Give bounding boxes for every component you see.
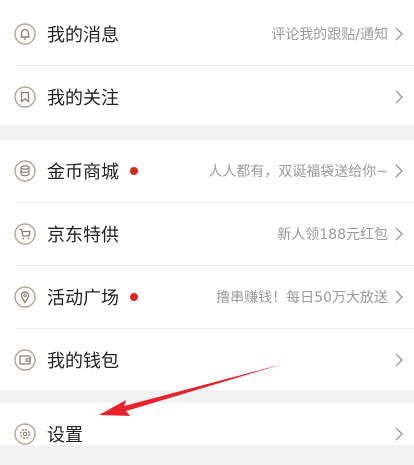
menu-item-label: 金币商城 — [47, 162, 119, 183]
menu-item-label: 我的消息 — [47, 25, 119, 46]
menu-item-label: 京东特供 — [47, 225, 119, 246]
menu-item-desc: 撸串赚钱！每日50万大放送 — [216, 290, 388, 306]
menu-item-following[interactable]: 我的关注 — [0, 66, 414, 128]
menu-item-label: 活动广场 — [47, 288, 119, 309]
menu-group-3: 设置 — [0, 403, 414, 446]
menu-item-desc: 新人领188元红包 — [277, 227, 388, 243]
menu-item-desc: 评论我的跟贴/通知 — [271, 27, 388, 43]
bell-icon — [14, 23, 36, 45]
notification-dot — [130, 293, 138, 301]
location-pin-icon — [14, 286, 36, 308]
cart-icon — [14, 223, 36, 245]
notification-dot — [130, 167, 138, 175]
menu-group-1: 我的消息 评论我的跟贴/通知 我的关注 — [0, 0, 414, 125]
chevron-right-icon — [395, 164, 403, 178]
chevron-right-icon — [395, 427, 403, 441]
menu-group-2: 金币商城 人人都有，双诞福袋送给你~ 京东特供 新人领188元红包 活动广场 撸… — [0, 140, 414, 390]
chevron-right-icon — [395, 290, 403, 304]
chevron-right-icon — [395, 90, 403, 104]
chevron-right-icon — [395, 227, 403, 241]
chevron-right-icon — [395, 27, 403, 41]
menu-item-label: 设置 — [47, 425, 83, 446]
menu-item-wallet[interactable]: 我的钱包 — [0, 329, 414, 391]
menu-item-jd-special[interactable]: 京东特供 新人领188元红包 — [0, 203, 414, 265]
menu-item-messages[interactable]: 我的消息 评论我的跟贴/通知 — [0, 3, 414, 65]
menu-item-desc: 人人都有，双诞福袋送给你~ — [208, 164, 388, 180]
chevron-right-icon — [395, 353, 403, 367]
menu-item-activity-square[interactable]: 活动广场 撸串赚钱！每日50万大放送 — [0, 266, 414, 328]
menu-item-coin-mall[interactable]: 金币商城 人人都有，双诞福袋送给你~ — [0, 140, 414, 202]
menu-item-label: 我的关注 — [47, 88, 119, 109]
coin-stack-icon — [14, 160, 36, 182]
wallet-icon — [14, 349, 36, 371]
menu-item-label: 我的钱包 — [47, 351, 119, 372]
bookmark-icon — [14, 86, 36, 108]
menu-item-settings[interactable]: 设置 — [0, 403, 414, 465]
gear-icon — [14, 423, 36, 445]
